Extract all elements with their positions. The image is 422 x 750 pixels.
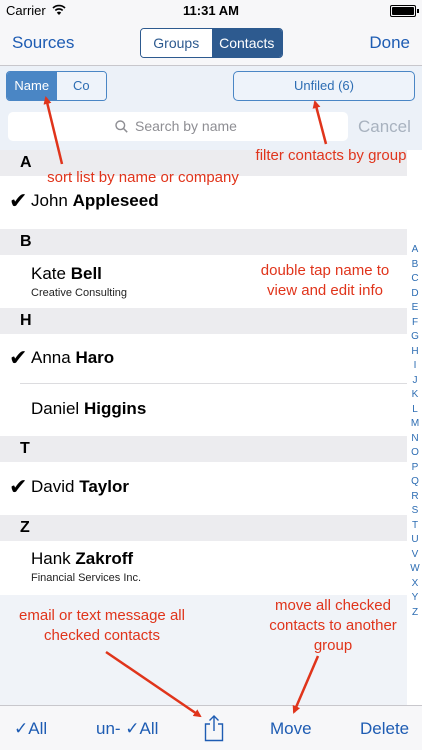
sources-button[interactable]: Sources [12, 33, 74, 53]
annotation-email-line-2: checked contacts [44, 627, 160, 644]
contact-company: Creative Consulting [31, 287, 127, 299]
check-all-button[interactable]: ✓All [14, 719, 47, 739]
bottom-toolbar: ✓All un- ✓All Move Delete [0, 705, 422, 750]
contact-name: Kate Bell [31, 264, 102, 283]
index-letter-j[interactable]: J [408, 374, 422, 389]
groups-tab[interactable]: Groups [141, 29, 212, 57]
index-letter-s[interactable]: S [408, 504, 422, 519]
contact-name: Anna Haro [31, 348, 115, 367]
index-letter-f[interactable]: F [408, 316, 422, 331]
filter-bar: Name Co Unfiled (6) [0, 66, 422, 106]
index-letter-l[interactable]: L [408, 403, 422, 418]
annotation-email: email or text message all checked contac… [4, 606, 200, 646]
checkmark-icon[interactable]: ✔ [9, 345, 27, 371]
battery-level [392, 7, 414, 15]
section-header-z: Z [0, 515, 407, 541]
contact-name: Daniel Higgins [31, 399, 147, 418]
contact-row[interactable]: Hank Zakroff Financial Services Inc. [0, 541, 407, 593]
annotation-double-tap: double tap name to view and edit info [238, 261, 412, 301]
annotation-double-tap-line-2: view and edit info [267, 282, 383, 299]
section-header-h: H [0, 308, 407, 334]
uncheck-all-button[interactable]: un- ✓All [96, 719, 158, 739]
search-icon [115, 120, 128, 133]
contact-row[interactable]: ✔ David Taylor [0, 462, 407, 515]
contact-list: A ✔ John Appleseed B Kate Bell Creative … [0, 150, 407, 593]
status-bar: Carrier 11:31 AM [0, 0, 422, 22]
section-header-t: T [0, 436, 407, 462]
index-letter-w[interactable]: W [408, 562, 422, 577]
sort-segment: Name Co [6, 71, 107, 101]
index-letter-x[interactable]: X [408, 577, 422, 592]
index-letter-g[interactable]: G [408, 330, 422, 345]
done-button[interactable]: Done [369, 33, 410, 53]
index-letter-q[interactable]: Q [408, 475, 422, 490]
cancel-button[interactable]: Cancel [358, 117, 411, 137]
index-letter-m[interactable]: M [408, 417, 422, 432]
checkmark-icon[interactable]: ✔ [9, 474, 27, 500]
contact-name: Hank Zakroff [31, 549, 134, 568]
contact-name: John Appleseed [31, 191, 159, 210]
sort-by-name-button[interactable]: Name [7, 72, 57, 100]
annotation-move: move all checked contacts to another gro… [251, 596, 415, 656]
index-letter-p[interactable]: P [408, 461, 422, 476]
annotation-move-line-3: group [313, 637, 353, 654]
annotation-sort: sort list by name or company [47, 169, 239, 186]
nav-bar: Sources Groups Contacts Done [0, 22, 422, 66]
index-letter-t[interactable]: T [408, 519, 422, 534]
contact-row[interactable]: Daniel Higgins [0, 384, 407, 436]
section-header-b: B [0, 229, 407, 255]
index-letter-h[interactable]: H [408, 345, 422, 360]
annotation-move-line-1: move all checked [275, 597, 391, 614]
index-letter-e[interactable]: E [408, 301, 422, 316]
delete-button[interactable]: Delete [360, 719, 409, 739]
contact-row[interactable]: ✔ Anna Haro [0, 334, 407, 384]
status-time: 11:31 AM [183, 3, 239, 18]
index-letter-v[interactable]: V [408, 548, 422, 563]
contacts-tab[interactable]: Contacts [211, 29, 282, 57]
move-button[interactable]: Move [270, 719, 312, 739]
share-icon[interactable] [203, 714, 225, 742]
contact-name: David Taylor [31, 477, 129, 496]
index-letter-a[interactable]: A [408, 243, 422, 258]
annotation-move-line-2: contacts to another [269, 617, 397, 634]
annotation-filter: filter contacts by group [255, 147, 407, 164]
search-placeholder: Search by name [135, 118, 237, 134]
annotation-email-line-1: email or text message all [19, 607, 185, 624]
sort-by-company-button[interactable]: Co [56, 72, 106, 100]
battery-icon [390, 5, 419, 17]
search-bar: Search by name Cancel [0, 106, 422, 150]
index-letter-u[interactable]: U [408, 533, 422, 548]
annotation-double-tap-line-1: double tap name to [260, 262, 390, 279]
contact-company: Financial Services Inc. [31, 572, 142, 584]
checkmark-icon[interactable]: ✔ [9, 188, 27, 214]
search-input[interactable]: Search by name [8, 112, 348, 141]
index-letter-r[interactable]: R [408, 490, 422, 505]
groups-contacts-segment: Groups Contacts [140, 28, 283, 58]
index-letter-o[interactable]: O [408, 446, 422, 461]
group-filter-button[interactable]: Unfiled (6) [233, 71, 415, 101]
index-letter-k[interactable]: K [408, 388, 422, 403]
index-letter-n[interactable]: N [408, 432, 422, 447]
index-letter-i[interactable]: I [408, 359, 422, 374]
